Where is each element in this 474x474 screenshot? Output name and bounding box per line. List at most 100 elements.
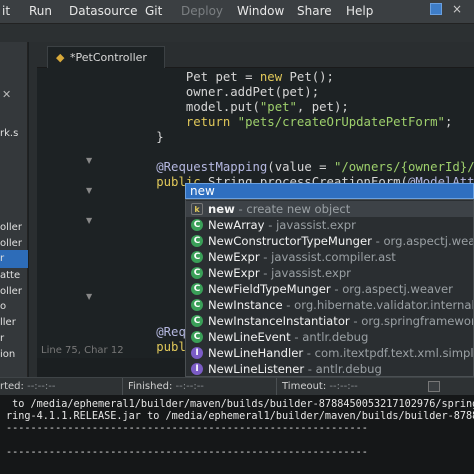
autocomplete-item[interactable]: C NewArray - javassist.expr [186, 217, 473, 233]
tab-label: *PetController [70, 51, 147, 64]
code-token: "pets/createOrUpdatePetForm" [237, 115, 445, 129]
class-icon: C [191, 331, 203, 343]
project-item[interactable]: o [0, 301, 6, 312]
code-line: model.put("pet", pet); [97, 100, 349, 115]
code-token: return [185, 115, 231, 129]
autocomplete-item[interactable]: C NewExpr - javassist.compiler.ast [186, 249, 473, 265]
autocomplete-item[interactable]: C NewLineEvent - antlr.debug [186, 329, 473, 345]
autocomplete-item-label: NewArray - javassist.expr [208, 218, 356, 232]
autocomplete-item[interactable]: C NewFieldTypeMunger - org.aspectj.weaver [186, 281, 473, 297]
console-output[interactable]: to /media/ephemeral1/builder/maven/build… [0, 395, 474, 474]
autocomplete-item-label: new - create new object [208, 202, 351, 216]
autocomplete-item[interactable]: I NewLineListener - antlr.debug [186, 361, 473, 376]
fold-arrow-icon[interactable]: ▼ [86, 156, 92, 165]
menu-bar: it Run Datasource Git Deploy Window Shar… [0, 0, 474, 24]
class-icon: C [191, 283, 203, 295]
class-icon: C [191, 219, 203, 231]
tab-petcontroller[interactable]: ◆ *PetController [47, 46, 165, 68]
vertical-toolstrip [29, 42, 37, 377]
code-line: owner.addPet(pet); [97, 85, 319, 100]
timeout-label: Timeout: --:--:-- [282, 381, 358, 392]
menu-share[interactable]: Share [297, 4, 332, 18]
keyword-icon: k [191, 203, 203, 215]
editor-gutter [37, 68, 97, 358]
code-token: (value = [267, 160, 334, 174]
autocomplete-list[interactable]: k new - create new object C NewArray - java… [185, 199, 474, 377]
code-token: new [259, 70, 283, 84]
interface-icon: I [191, 363, 203, 375]
autocomplete-item-label: NewLineListener - antlr.debug [208, 362, 382, 376]
project-item[interactable]: rk.s [0, 128, 18, 139]
fold-arrow-icon[interactable]: ▼ [86, 186, 92, 195]
class-icon: C [191, 267, 203, 279]
project-item[interactable]: r [0, 333, 4, 344]
project-item[interactable]: oller [0, 286, 22, 297]
code-token: owner.addPet(pet); [185, 85, 320, 99]
autocomplete-item-label: NewLineEvent - antlr.debug [208, 330, 369, 344]
project-item[interactable]: oller [0, 238, 22, 249]
close-panel-icon[interactable]: ✕ [2, 88, 11, 101]
code-line: return "pets/createOrUpdatePetForm"; [97, 115, 453, 130]
project-item-selected[interactable]: r [0, 253, 4, 264]
autocomplete-item[interactable]: I NewLineHandler - com.itextpdf.text.xml.… [186, 345, 474, 361]
console-line: to /media/ephemeral1/builder/maven/build… [6, 399, 474, 410]
menu-help[interactable]: Help [346, 4, 373, 18]
autocomplete-item-label: NewConstructorTypeMunger - org.aspectj.w… [208, 234, 474, 248]
divider [276, 378, 277, 396]
autocomplete-item-label: NewInstanceInstantiator - org.springfram… [208, 314, 473, 328]
class-icon: C [191, 299, 203, 311]
code-line: @RequestMapping(value = "/owners/{ownerI… [97, 160, 474, 175]
java-file-icon: ◆ [56, 51, 65, 64]
code-token: "pet" [259, 100, 297, 114]
code-token: Pet pet = [185, 70, 260, 84]
autocomplete-item[interactable]: C NewConstructorTypeMunger - org.aspectj.… [186, 233, 474, 249]
autocomplete-item-label: NewExpr - javassist.compiler.ast [208, 250, 396, 264]
project-item[interactable]: ller [0, 317, 16, 328]
code-token: model.put( [185, 100, 260, 114]
autocomplete-item-label: NewLineHandler - com.itextpdf.text.xml.s… [208, 346, 474, 360]
autocomplete-input-value: new [190, 184, 215, 198]
menu-deploy: Deploy [181, 4, 224, 18]
launch-status-bar: rted: --:--:-- Finished: --:--:-- Timeou… [0, 377, 474, 396]
console-line: ring-4.1.1.RELEASE.jar to /media/ephemer… [6, 411, 474, 422]
class-icon: C [191, 315, 203, 327]
started-label: rted: --:--:-- [0, 381, 56, 392]
code-token: "/owners/{ownerId}/pets/ne [333, 160, 474, 174]
project-item-selected-highlight [0, 250, 28, 268]
fold-arrow-icon[interactable]: ▼ [86, 292, 92, 301]
launch-checkbox[interactable] [428, 381, 440, 392]
autocomplete-item[interactable]: k new - create new object [186, 201, 473, 217]
class-icon: C [191, 251, 203, 263]
menu-run[interactable]: Run [29, 4, 52, 18]
menu-window[interactable]: Window [237, 4, 284, 18]
project-item[interactable]: ion [0, 349, 15, 360]
toolbar [0, 24, 474, 42]
code-line: } [97, 130, 164, 145]
project-panel: ✕ rk.s oller oller r atte oller o ller r… [0, 42, 28, 377]
editor-tab-bar: ◆ *PetController [37, 42, 474, 68]
code-line: Pet pet = new Pet(); [97, 70, 334, 85]
divider [122, 378, 123, 396]
autocomplete-item[interactable]: C NewInstance - org.hibernate.validator.i… [186, 297, 474, 313]
code-token: } [156, 130, 164, 144]
menu-datasource[interactable]: Datasource [69, 4, 138, 18]
autocomplete-item-label: NewExpr - javassist.expr [208, 266, 351, 280]
code-token: @RequestMapping [156, 160, 268, 174]
fold-arrow-icon[interactable]: ▼ [86, 216, 92, 225]
finished-label: Finished: --:--:-- [128, 381, 204, 392]
menu-git[interactable]: Git [145, 4, 162, 18]
autocomplete-item-label: NewFieldTypeMunger - org.aspectj.weaver [208, 282, 453, 296]
project-item[interactable]: atte [0, 270, 20, 281]
close-icon[interactable]: × [452, 2, 462, 16]
autocomplete-item[interactable]: C NewInstanceInstantiator - org.springfra… [186, 313, 473, 329]
autocomplete-item[interactable]: C NewExpr - javassist.expr [186, 265, 473, 281]
code-token: Pet(); [282, 70, 334, 84]
code-token: , pet); [296, 100, 349, 114]
interface-icon: I [191, 347, 203, 359]
code-token: ; [444, 115, 453, 129]
window-restore-button[interactable] [430, 3, 442, 15]
autocomplete-input[interactable]: new [185, 183, 474, 199]
project-item[interactable]: oller [0, 222, 22, 233]
menu-edit[interactable]: it [2, 4, 10, 18]
autocomplete-item-label: NewInstance - org.hibernate.validator.in… [208, 298, 474, 312]
